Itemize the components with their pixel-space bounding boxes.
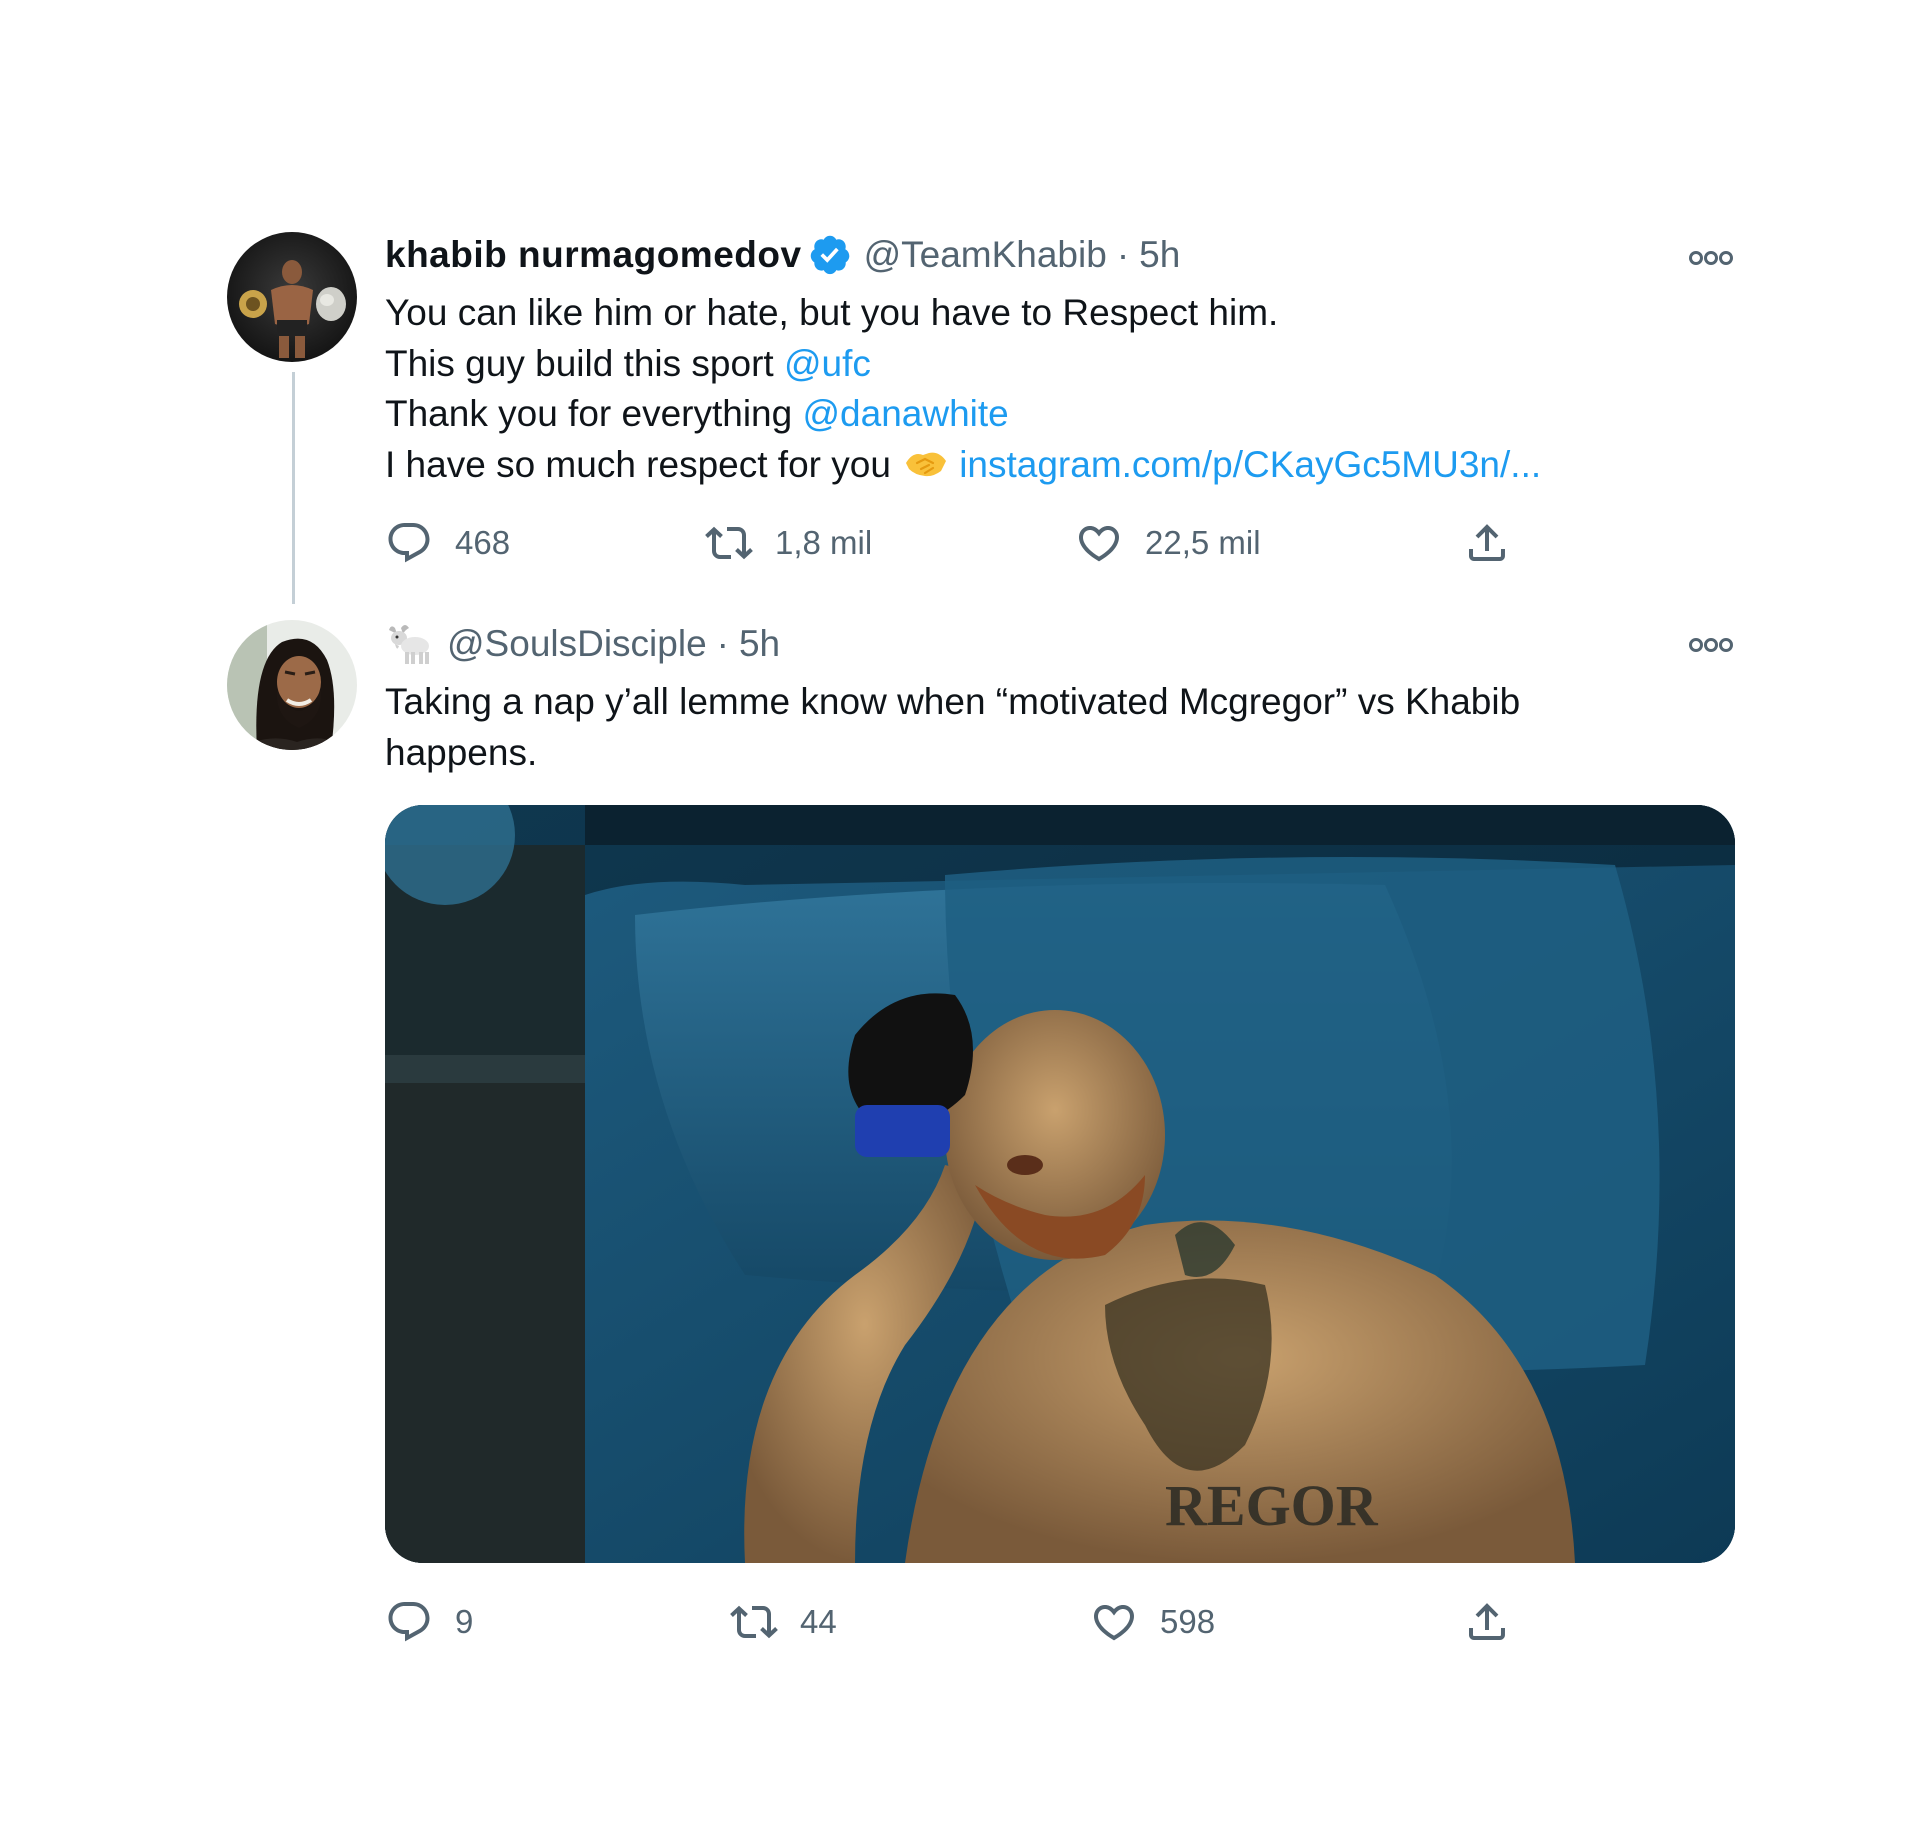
avatar-soulsdisciple-image (227, 620, 357, 750)
retweet-count: 44 (800, 1603, 837, 1640)
retweet-button[interactable]: 44 (730, 1597, 837, 1647)
tweet-line: Taking a nap y’all lemme know when “moti… (385, 681, 1521, 722)
mention-link-ufc[interactable]: @ufc (784, 343, 871, 384)
like-count: 22,5 mil (1145, 524, 1261, 561)
share-button[interactable] (1463, 518, 1533, 568)
more-icon[interactable] (1688, 635, 1734, 655)
user-handle[interactable]: @TeamKhabib (864, 233, 1107, 277)
share-button[interactable] (1463, 1597, 1533, 1647)
retweet-icon (730, 1605, 778, 1639)
share-icon (1469, 1603, 1505, 1640)
heart-icon (1078, 526, 1120, 562)
tweet-actions-bar: 9 44 598 (385, 1597, 1515, 1647)
tweet-header: @SoulsDisciple · 5h (385, 622, 780, 666)
goat-emoji-icon (385, 622, 433, 666)
media-watermark-text: REGOR (1165, 1473, 1379, 1538)
tweet-text: Taking a nap y’all lemme know when “moti… (385, 677, 1520, 778)
more-icon[interactable] (1688, 248, 1734, 268)
media-illustration: REGOR (385, 805, 1735, 1563)
retweet-count: 1,8 mil (775, 524, 873, 561)
user-handle[interactable]: @SoulsDisciple (447, 622, 707, 666)
tweet-line: This guy build this sport @ufc (385, 339, 1541, 390)
heart-icon (1093, 1605, 1135, 1641)
tweet-media-image[interactable]: REGOR (385, 805, 1735, 1563)
verified-badge-icon (808, 233, 852, 277)
thread-connector-line (292, 372, 295, 604)
timestamp[interactable]: 5h (739, 622, 780, 666)
handshake-emoji-icon (903, 443, 949, 483)
mention-link-danawhite[interactable]: @danawhite (803, 393, 1009, 434)
avatar[interactable] (227, 620, 357, 750)
tweet-header: khabib nurmagomedov @TeamKhabib · 5h (385, 233, 1180, 277)
tweet-line-text: I have so much respect for you (385, 443, 891, 485)
reply-count: 468 (455, 524, 511, 561)
like-button[interactable]: 598 (1090, 1597, 1215, 1647)
tweet-line: Thank you for everything @danawhite (385, 389, 1541, 440)
tweet-text: You can like him or hate, but you have t… (385, 288, 1541, 490)
avatar-khabib-image (227, 232, 357, 362)
tweet-line: I have so much respect for you instagram… (385, 440, 1541, 491)
retweet-button[interactable]: 1,8 mil (705, 518, 872, 568)
reply-count: 9 (455, 1603, 474, 1640)
share-icon (1469, 524, 1505, 561)
timestamp[interactable]: 5h (1139, 233, 1180, 277)
separator-dot: · (716, 623, 729, 664)
separator-dot: · (1116, 234, 1130, 275)
display-name[interactable]: khabib nurmagomedov (385, 233, 802, 277)
tweet-line: happens. (385, 731, 538, 773)
retweet-icon (705, 526, 753, 560)
reply-button[interactable]: 468 (385, 518, 510, 568)
tweet-actions-bar: 468 1,8 mil 22,5 mil (385, 518, 1515, 568)
avatar[interactable] (227, 232, 357, 362)
reply-icon (388, 1602, 430, 1642)
like-button[interactable]: 22,5 mil (1075, 518, 1261, 568)
reply-button[interactable]: 9 (385, 1597, 473, 1647)
like-count: 598 (1160, 1603, 1216, 1640)
tweet-line: You can like him or hate, but you have t… (385, 292, 1279, 333)
instagram-link[interactable]: instagram.com/p/CKayGc5MU3n/... (959, 444, 1541, 485)
tweet-line-text: Thank you for everything (385, 393, 803, 434)
reply-icon (388, 523, 430, 563)
tweet-line-text: This guy build this sport (385, 342, 784, 384)
